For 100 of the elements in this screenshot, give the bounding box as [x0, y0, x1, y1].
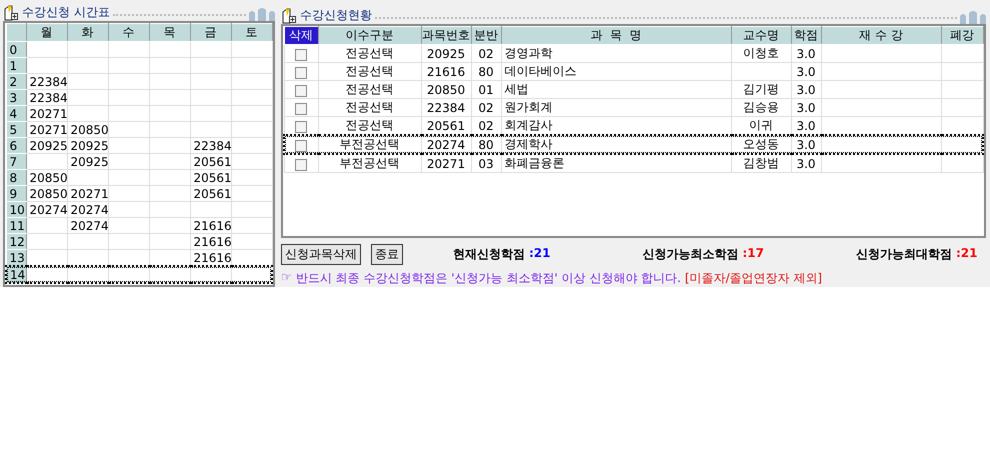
table-cell	[149, 170, 190, 186]
column-header[interactable]: 이수구분	[318, 26, 421, 45]
table-cell: 20850	[421, 80, 471, 99]
timetable-row[interactable]: 9 20850 20271 20561	[6, 186, 272, 202]
column-header[interactable]: 월	[26, 24, 67, 42]
timetable-row[interactable]: 14	[6, 266, 272, 283]
table-cell: 20925	[67, 154, 108, 170]
table-cell	[149, 58, 190, 74]
table-cell	[231, 42, 272, 58]
delete-checkbox[interactable]	[295, 48, 307, 61]
timetable-row[interactable]: 1	[6, 58, 272, 74]
table-cell: 20561	[190, 186, 231, 202]
table-cell: 03	[471, 154, 501, 173]
building-icon	[960, 10, 986, 24]
action-button[interactable]: 종료	[371, 244, 403, 265]
course-row[interactable]: 전공선택 22384 02 원가회계 김승용 3.0	[284, 98, 983, 117]
table-cell	[149, 154, 190, 170]
summary-value: :21	[529, 246, 550, 262]
notice-note: [미졸자/졸업연장자 제외]	[684, 270, 822, 287]
timetable-row[interactable]: 0	[6, 42, 272, 58]
table-cell	[108, 170, 149, 186]
column-header[interactable]: 과목번호	[421, 26, 471, 45]
table-cell	[149, 42, 190, 58]
course-row[interactable]: 전공선택 20561 02 회계감사 이귀 3.0	[284, 116, 983, 136]
table-cell	[149, 202, 190, 218]
table-cell: 데이타베이스	[501, 62, 731, 81]
table-cell	[190, 90, 231, 106]
table-cell: 경영과학	[501, 44, 731, 63]
table-cell	[67, 106, 108, 122]
column-header[interactable]: 화	[67, 24, 108, 42]
course-row[interactable]: 전공선택 21616 80 데이타베이스 3.0	[284, 62, 983, 81]
course-row[interactable]: 전공선택 20850 01 세법 김기평 3.0	[284, 80, 983, 99]
column-header[interactable]: 교수명	[731, 26, 791, 45]
table-cell	[149, 74, 190, 90]
summary-value: :21	[956, 246, 978, 262]
delete-checkbox[interactable]	[295, 66, 307, 79]
table-cell	[149, 138, 190, 154]
table-cell: 전공선택	[318, 80, 421, 99]
timetable-row[interactable]: 6 20925 20925 22384	[6, 138, 272, 154]
table-cell: 전공선택	[318, 62, 421, 81]
table-cell: 22384	[26, 74, 67, 90]
table-cell	[26, 234, 67, 250]
table-cell	[67, 74, 108, 90]
table-cell: 김기평	[731, 80, 791, 99]
delete-checkbox[interactable]	[295, 120, 307, 133]
table-cell	[108, 202, 149, 218]
timetable-row[interactable]: 8 20850 20561	[6, 170, 272, 186]
row-number: 5	[6, 122, 26, 138]
timetable-row[interactable]: 2 22384	[6, 74, 272, 90]
table-cell: 20561	[190, 170, 231, 186]
column-header[interactable]: 학점	[791, 26, 821, 45]
table-cell	[190, 42, 231, 58]
column-header[interactable]: 재 수 강	[821, 26, 941, 45]
timetable-row[interactable]: 13 21616	[6, 250, 272, 266]
column-header[interactable]: 분반	[471, 26, 501, 45]
timetable-row[interactable]: 7 20925 20561	[6, 154, 272, 170]
column-header[interactable]: 토	[231, 24, 272, 42]
delete-checkbox[interactable]	[295, 140, 308, 152]
table-cell	[108, 74, 149, 90]
table-cell	[67, 234, 108, 250]
table-cell: 20274	[67, 218, 108, 234]
table-cell: 화폐금융론	[501, 154, 731, 173]
table-cell	[26, 218, 67, 234]
timetable-row[interactable]: 3 22384	[6, 90, 272, 106]
column-header[interactable]: 금	[190, 24, 231, 42]
table-cell	[231, 170, 272, 186]
table-cell: 20561	[190, 154, 231, 170]
table-cell: 3.0	[791, 44, 821, 63]
timetable-row[interactable]: 10 20274 20274	[6, 202, 272, 218]
table-cell: 경제학사	[501, 135, 731, 154]
column-header[interactable]: 수	[108, 24, 149, 42]
table-cell: 80	[471, 62, 501, 81]
table-cell: 김창범	[731, 154, 791, 173]
table-cell	[67, 266, 108, 283]
table-cell	[108, 42, 149, 58]
table-cell	[231, 234, 272, 250]
course-row[interactable]: 전공선택 20925 02 경영과학 이청호 3.0	[284, 44, 983, 63]
column-header[interactable]: 목	[149, 24, 190, 42]
course-row[interactable]: 부전공선택 20271 03 화폐금융론 김창범 3.0	[284, 154, 983, 173]
column-header[interactable]: 과 목 명	[501, 26, 731, 45]
row-number: 0	[6, 42, 26, 58]
timetable-row[interactable]: 11 20274 21616	[6, 218, 272, 234]
delete-checkbox[interactable]	[295, 84, 307, 97]
table-cell: 원가회계	[501, 98, 731, 117]
table-cell	[108, 186, 149, 202]
timetable-row[interactable]: 4 20271	[6, 106, 272, 122]
table-cell: 이청호	[731, 44, 791, 63]
table-cell: 20274	[67, 202, 108, 218]
column-header[interactable]: 폐강	[941, 26, 983, 45]
action-button[interactable]: 신청과목삭제	[281, 244, 361, 265]
course-row[interactable]: 부전공선택 20274 80 경제학사 오성동 3.0	[284, 135, 983, 154]
table-cell: 02	[471, 98, 501, 117]
delete-checkbox[interactable]	[295, 102, 307, 115]
column-header[interactable]: 삭제	[284, 26, 318, 45]
timetable-row[interactable]: 5 20271 20850	[6, 122, 272, 138]
table-cell: 20925	[26, 138, 67, 154]
table-cell	[149, 234, 190, 250]
delete-checkbox[interactable]	[295, 158, 307, 171]
timetable-row[interactable]: 12 21616	[6, 234, 272, 250]
table-cell: 02	[471, 44, 501, 63]
